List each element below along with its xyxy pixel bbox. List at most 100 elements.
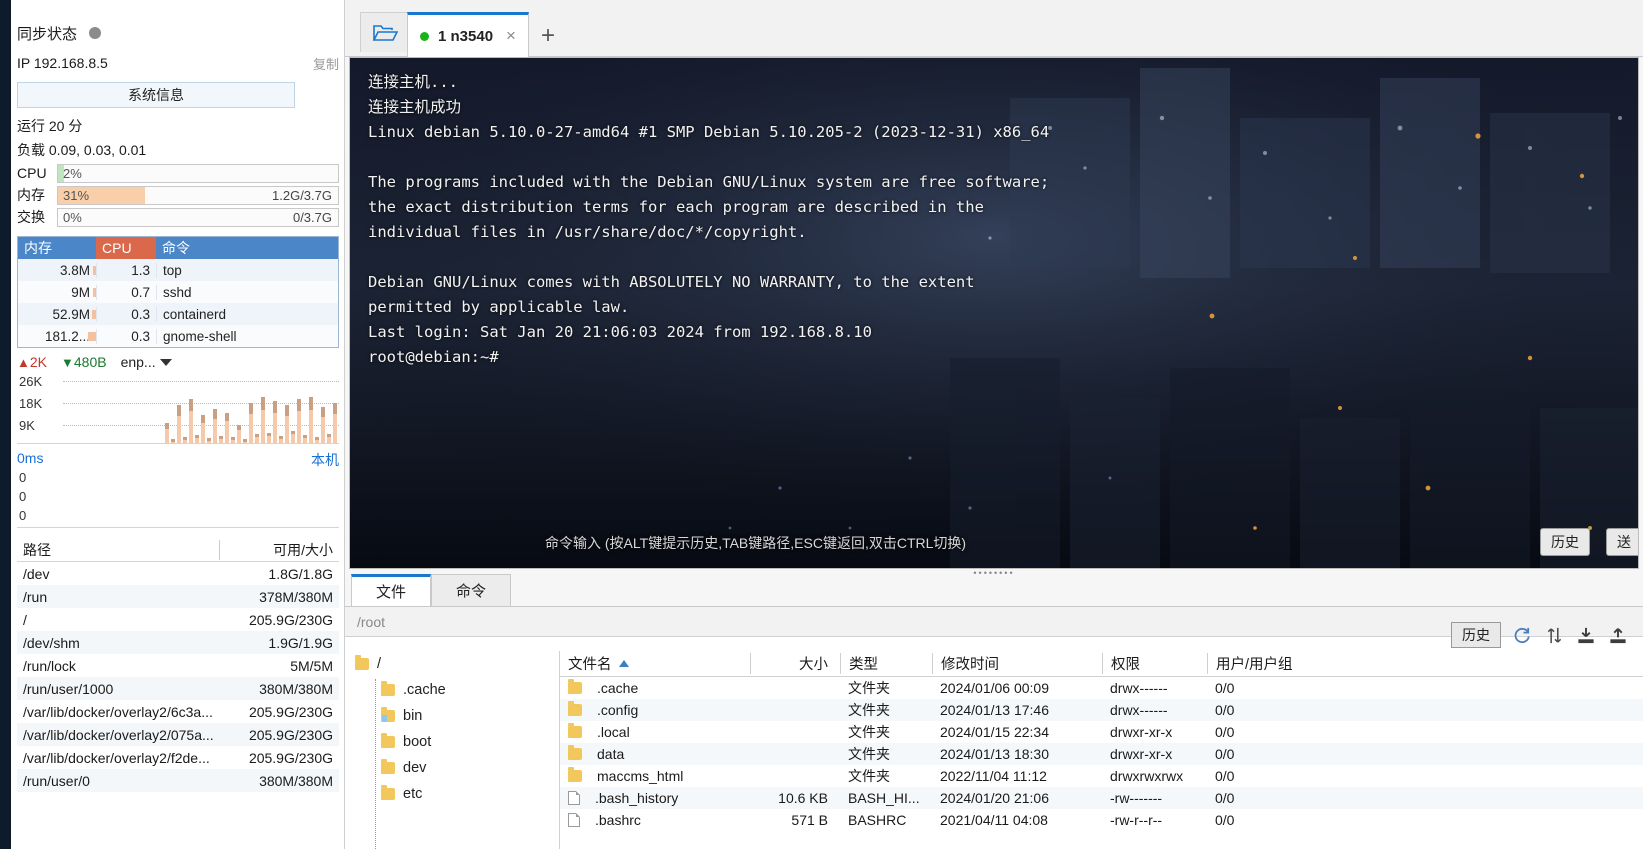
new-tab-button[interactable]: + xyxy=(541,22,555,50)
net-bar xyxy=(273,401,277,443)
bottom-tab-命令[interactable]: 命令 xyxy=(431,574,512,606)
ip-row: IP 192.168.8.5 复制 xyxy=(11,48,344,78)
file-row[interactable]: .bash_history 10.6 KB BASH_HI... 2024/01/20… xyxy=(560,787,1643,809)
sort-icon[interactable] xyxy=(1543,624,1565,646)
network-upload: ▲ 2K xyxy=(17,354,47,370)
file-name: .cache xyxy=(560,679,750,696)
disk-row[interactable]: / 205.9G/230G xyxy=(17,608,339,631)
file-type: 文件夹 xyxy=(848,680,890,696)
net-bar xyxy=(225,413,229,443)
sync-status-dot xyxy=(89,27,102,39)
disk-usage-table: 路径 可用/大小 /dev 1.8G/1.8G/run 378M/380M / 205.… xyxy=(17,538,339,792)
file-name: maccms_html xyxy=(560,767,750,784)
file-col-name-label: 文件名 xyxy=(568,657,612,673)
panel-resize-handle[interactable]: •••••••• xyxy=(973,568,1014,847)
meter-row-交换: 交换 0% 0/3.7G xyxy=(11,206,344,228)
tree-node-label: .cache xyxy=(403,682,446,698)
net-bar xyxy=(237,425,241,443)
file-user: 0/0 xyxy=(1215,724,1235,740)
file-row[interactable]: .bashrc 571 B BASHRC 2021/04/11 04:08 -rw-r-… xyxy=(560,809,1643,831)
path-input[interactable]: /root xyxy=(345,614,385,630)
copy-ip-button[interactable]: 复制 xyxy=(313,54,339,73)
connection-status-dot xyxy=(420,31,429,41)
disk-size: 380M/380M xyxy=(259,772,333,789)
file-row[interactable]: .cache 文件夹 2024/01/06 00:09 drwx------ 0/0 xyxy=(560,677,1643,699)
net-bar xyxy=(183,437,187,443)
chevron-down-icon xyxy=(159,358,172,366)
folder-icon xyxy=(355,655,369,670)
file-col-perm[interactable]: 权限 xyxy=(1102,653,1207,674)
upload-icon[interactable] xyxy=(1607,624,1629,646)
disk-row[interactable]: /var/lib/docker/overlay2/f2de... 205.9G/2… xyxy=(17,746,339,769)
tree-node-etc[interactable]: etc xyxy=(345,781,559,807)
meter-row-CPU: CPU 2% xyxy=(11,162,344,184)
process-row[interactable]: 181.2... 0.3 gnome-shell xyxy=(18,325,338,347)
disk-row[interactable]: /run/user/1000 380M/380M xyxy=(17,677,339,700)
file-user: 0/0 xyxy=(1215,702,1235,718)
net-bar xyxy=(321,407,325,443)
disk-row[interactable]: /run/user/0 380M/380M xyxy=(17,769,339,792)
tree-node-label: dev xyxy=(403,760,427,776)
tree-node-/[interactable]: / xyxy=(345,651,559,677)
tree-node-bin[interactable]: bin xyxy=(345,703,559,729)
file-row[interactable]: maccms_html 文件夹 2022/11/04 11:12 drwxrwxrwx… xyxy=(560,765,1643,787)
bottom-tab-文件[interactable]: 文件 xyxy=(351,574,432,606)
folder-icon xyxy=(568,701,582,716)
terminal-send-button[interactable]: 送 xyxy=(1606,528,1638,556)
download-icon[interactable] xyxy=(1575,624,1597,646)
open-folder-button[interactable] xyxy=(360,12,410,52)
disk-row[interactable]: /dev/shm 1.9G/1.9G xyxy=(17,631,339,654)
meter-bar: 0% 0/3.7G xyxy=(57,207,339,227)
tree-node-boot[interactable]: boot xyxy=(345,729,559,755)
tree-node-dev[interactable]: dev xyxy=(345,755,559,781)
disk-row[interactable]: /run 378M/380M xyxy=(17,585,339,608)
disk-path: /run/lock xyxy=(23,657,76,674)
network-download-value: 480B xyxy=(73,354,107,370)
process-col-mem[interactable]: 内存 xyxy=(18,237,96,259)
meter-bar: 31% 1.2G/3.7G xyxy=(57,185,339,205)
process-row[interactable]: 3.8M 1.3 top xyxy=(18,259,338,281)
disk-size: 380M/380M xyxy=(259,680,333,697)
file-type: 文件夹 xyxy=(848,746,890,762)
process-row[interactable]: 52.9M 0.3 containerd xyxy=(18,303,338,325)
disk-col-path[interactable]: 路径 xyxy=(17,540,219,560)
file-row[interactable]: .local 文件夹 2024/01/15 22:34 drwxr-xr-x 0/0 xyxy=(560,721,1643,743)
file-name: .bash_history xyxy=(560,790,750,806)
process-cpu: 1.3 xyxy=(96,262,156,278)
file-row[interactable]: .config 文件夹 2024/01/13 17:46 drwx------ 0/0 xyxy=(560,699,1643,721)
meter-detail: 1.2G/3.7G xyxy=(272,187,332,203)
ping-axis-label-0: 0 xyxy=(19,470,27,485)
process-col-cmd[interactable]: 命令 xyxy=(156,237,338,259)
disk-row[interactable]: /var/lib/docker/overlay2/6c3a... 205.9G/2… xyxy=(17,700,339,723)
file-history-button[interactable]: 历史 xyxy=(1451,622,1501,648)
terminal-tab[interactable]: 1 n3540 × xyxy=(407,12,529,57)
process-col-cpu[interactable]: CPU xyxy=(96,237,156,259)
disk-size: 1.9G/1.9G xyxy=(268,634,333,651)
refresh-icon[interactable] xyxy=(1511,624,1533,646)
file-col-name[interactable]: 文件名 xyxy=(560,653,750,674)
file-list: 文件名 大小 类型 修改时间 权限 用户/用户组 .cache 文件夹 2024/0… xyxy=(560,651,1643,849)
terminal-output[interactable]: 连接主机... 连接主机成功 Linux debian 5.10.0-27-am… xyxy=(349,57,1639,569)
file-col-size[interactable]: 大小 xyxy=(750,653,840,674)
file-col-user[interactable]: 用户/用户组 xyxy=(1207,653,1317,674)
ping-target[interactable]: 本机 xyxy=(311,450,339,470)
file-col-time[interactable]: 修改时间 xyxy=(932,653,1102,674)
disk-size: 205.9G/230G xyxy=(248,726,333,743)
network-interface-select[interactable]: enp... xyxy=(121,354,172,370)
terminal-history-button[interactable]: 历史 xyxy=(1540,528,1590,556)
file-perm: drwx------ xyxy=(1110,680,1168,696)
file-col-type[interactable]: 类型 xyxy=(840,653,932,674)
system-info-button[interactable]: 系统信息 xyxy=(17,82,295,108)
disk-row[interactable]: /var/lib/docker/overlay2/075a... 205.9G/2… xyxy=(17,723,339,746)
folder-icon xyxy=(381,733,395,748)
directory-tree: / .cache bin boot dev etc xyxy=(345,651,560,849)
file-row[interactable]: data 文件夹 2024/01/13 18:30 drwxr-xr-x 0/0 xyxy=(560,743,1643,765)
disk-row[interactable]: /run/lock 5M/5M xyxy=(17,654,339,677)
folder-icon xyxy=(568,745,582,760)
net-bar xyxy=(243,439,247,443)
process-row[interactable]: 9M 0.7 sshd xyxy=(18,281,338,303)
tree-node-.cache[interactable]: .cache xyxy=(345,677,559,703)
disk-row[interactable]: /dev 1.8G/1.8G xyxy=(17,562,339,585)
disk-col-size[interactable]: 可用/大小 xyxy=(219,539,339,560)
close-icon[interactable]: × xyxy=(506,26,516,46)
